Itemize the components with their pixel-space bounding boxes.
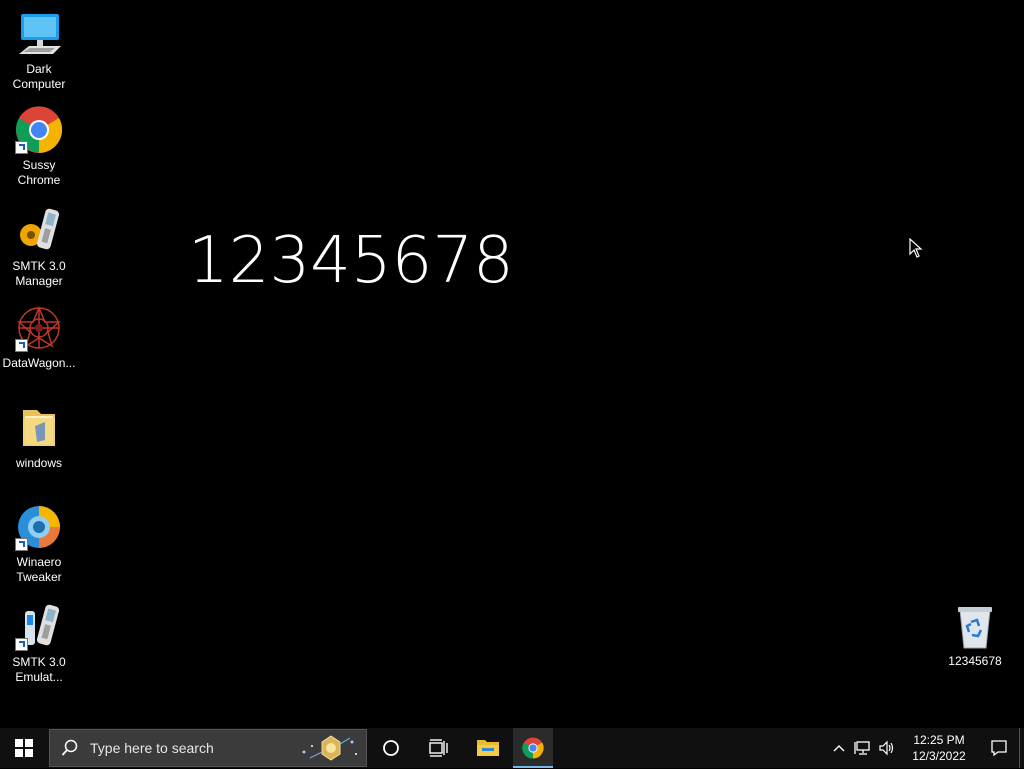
show-hidden-icons-button[interactable] [827,728,851,768]
chevron-up-icon [833,745,845,752]
network-icon [854,741,870,755]
shortcut-arrow-icon [15,141,28,154]
desktop-icon-datawagon[interactable]: DataWagon... [1,304,77,371]
shortcut-arrow-icon [15,638,28,651]
windows-logo-icon [15,739,33,757]
speaker-icon [879,740,894,756]
desktop-big-text: 12345678 [188,224,514,298]
volume-button[interactable] [875,728,899,768]
desktop-icon-winaero-tweaker[interactable]: Winaero Tweaker [1,503,77,585]
taskbar-clock[interactable]: 12:25 PM 12/3/2022 [905,732,973,764]
clock-date: 12/3/2022 [912,749,966,763]
mouse-cursor-icon [909,237,923,263]
desktop-icon-label: Sussy Chrome [17,158,61,187]
notification-icon [991,740,1007,757]
shortcut-arrow-icon [15,538,28,551]
taskbar-chrome[interactable] [513,728,553,768]
desktop-icon-windows-folder[interactable]: windows [1,404,77,471]
search-icon [50,739,90,757]
desktop-icon-label: windows [15,456,63,470]
recycle-bin-icon [951,602,999,650]
show-desktop-button[interactable] [1019,728,1024,768]
desktop-icon-smtk-manager[interactable]: SMTK 3.0 Manager [1,207,77,289]
cortana-button[interactable] [367,728,415,768]
desktop-icon-dark-computer[interactable]: Dark Computer [1,10,77,92]
desktop-icon-label: SMTK 3.0 Manager [12,259,66,288]
winaero-icon [15,503,63,551]
task-view-icon [429,739,448,757]
system-tray: 12:25 PM 12/3/2022 [827,728,1024,768]
cortana-circle-icon [383,740,399,756]
folder-icon [15,404,63,452]
desktop-icon-smtk-emulator[interactable]: SMTK 3.0 Emulat... [1,603,77,685]
chrome-icon [522,737,544,759]
taskbar-search-box[interactable]: Type here to search [49,729,367,767]
shortcut-arrow-icon [15,339,28,352]
start-button[interactable] [0,728,48,768]
network-button[interactable] [851,728,875,768]
desktop-icon-label: DataWagon... [2,356,76,370]
desktop-icon-sussy-chrome[interactable]: Sussy Chrome [1,106,77,188]
desktop: Dark Computer Sussy Chrome SMTK 3.0 Mana… [0,0,1024,728]
datawagon-icon [15,304,63,352]
clock-time: 12:25 PM [913,733,965,747]
smtk-manager-icon [15,207,63,255]
action-center-button[interactable] [979,728,1019,768]
task-view-button[interactable] [415,728,463,768]
chrome-icon [15,106,63,154]
search-placeholder: Type here to search [90,740,214,756]
desktop-icon-recycle-bin[interactable]: 12345678 [937,602,1013,669]
taskbar: Type here to search 12:25 PM 12/3/2022 [0,728,1024,768]
desktop-icon-label: Dark Computer [12,62,66,91]
desktop-icon-label: Winaero Tweaker [16,555,62,584]
computer-icon [15,10,63,58]
file-explorer-icon [477,740,499,756]
desktop-icon-label: 12345678 [948,654,1002,668]
search-highlight-icon [298,732,360,769]
taskbar-file-explorer[interactable] [463,728,513,768]
smtk-emulator-icon [15,603,63,651]
desktop-icon-label: SMTK 3.0 Emulat... [12,655,66,684]
